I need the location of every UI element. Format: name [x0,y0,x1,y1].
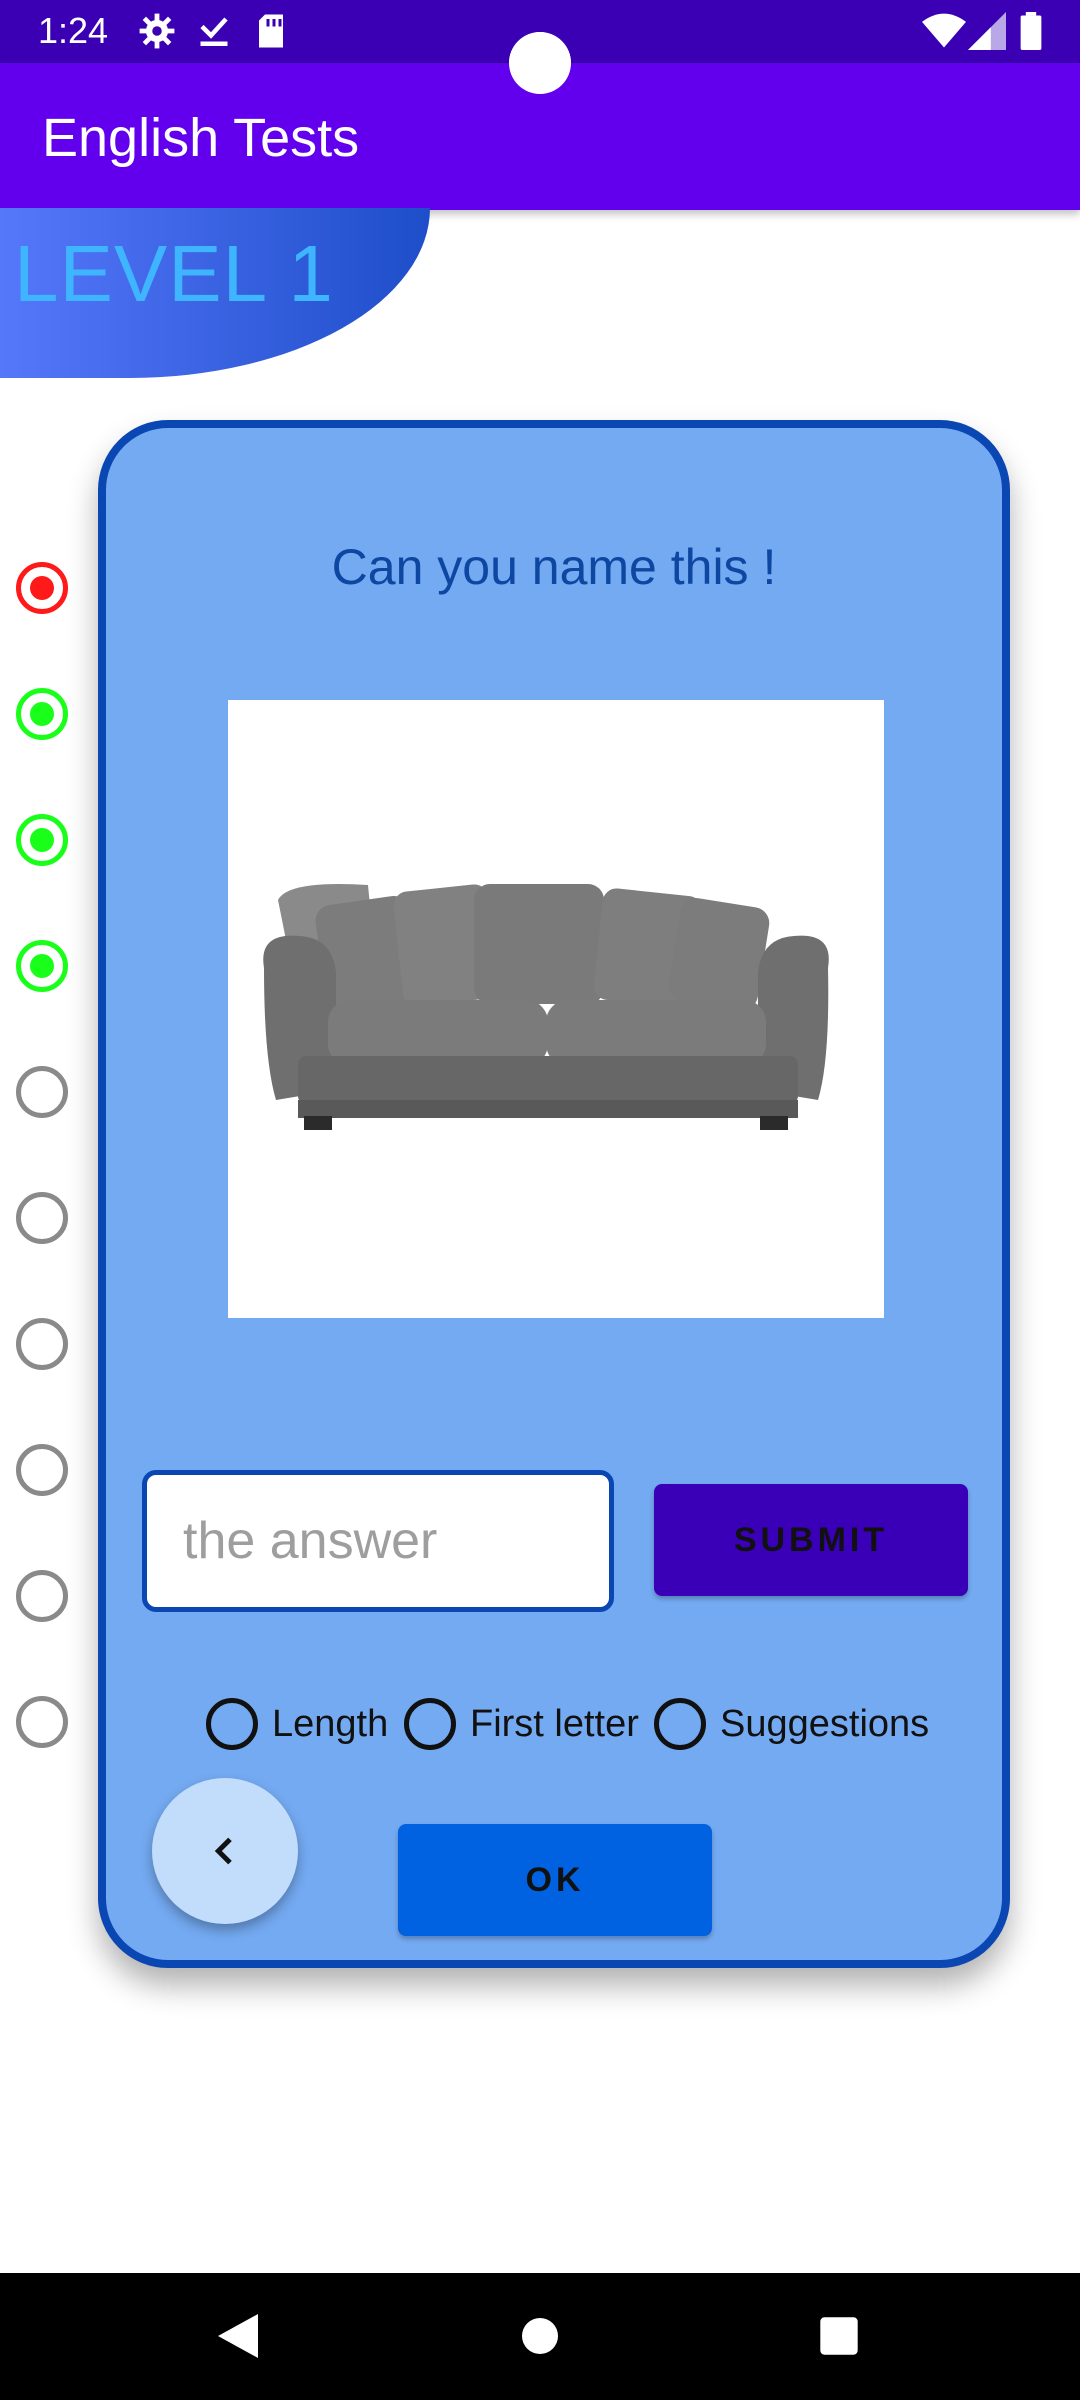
answer-input[interactable] [142,1470,614,1612]
progress-radio-6 [16,1192,68,1244]
back-triangle-icon[interactable] [214,2309,262,2368]
recents-square-icon[interactable] [818,2309,860,2368]
hint-label-suggestions: Suggestions [720,1702,930,1745]
progress-radio-fill [30,702,54,726]
progress-radio-2 [16,688,68,740]
submit-button[interactable]: SUBMIT [654,1484,968,1596]
progress-radio-9 [16,1570,68,1622]
radio-suggestions[interactable] [654,1698,706,1750]
signal-icon [968,12,1006,55]
radio-length[interactable] [206,1698,258,1750]
download-done-icon [196,12,232,55]
hint-label-length: Length [272,1702,389,1745]
sd-card-icon [256,12,286,55]
wifi-icon [922,12,966,55]
hint-option-suggestions[interactable]: Suggestions [654,1696,929,1752]
progress-radio-3 [16,814,68,866]
progress-radio-4 [16,940,68,992]
question-text: Can you name this ! [331,539,777,595]
chevron-left-icon [214,1837,232,1865]
progress-radio-5 [16,1066,68,1118]
sofa-image [228,700,884,1318]
app-title: English Tests [42,108,360,168]
radio-first-letter[interactable] [404,1698,456,1750]
status-time: 1:24 [38,10,109,51]
question-card: Can you name this ! SUBMIT Len [98,420,1010,1968]
progress-radio-1 [16,562,68,614]
progress-radio-fill [30,828,54,852]
hint-label-first-letter: First letter [470,1702,639,1745]
progress-radio-10 [16,1696,68,1748]
navigation-bar [0,2273,1080,2400]
gear-icon [138,12,176,55]
progress-radio-fill [30,576,54,600]
progress-radio-fill [30,954,54,978]
hint-option-first-letter[interactable]: First letter [404,1696,639,1752]
camera-cutout [509,32,571,94]
ok-button[interactable]: OK [398,1824,712,1936]
home-circle-icon[interactable] [520,2309,560,2368]
progress-radio-8 [16,1444,68,1496]
hint-option-length[interactable]: Length [206,1696,388,1752]
back-fab-button[interactable] [152,1778,298,1924]
battery-icon [1020,12,1042,55]
progress-radio-7 [16,1318,68,1370]
level-label: LEVEL 1 [14,229,334,318]
